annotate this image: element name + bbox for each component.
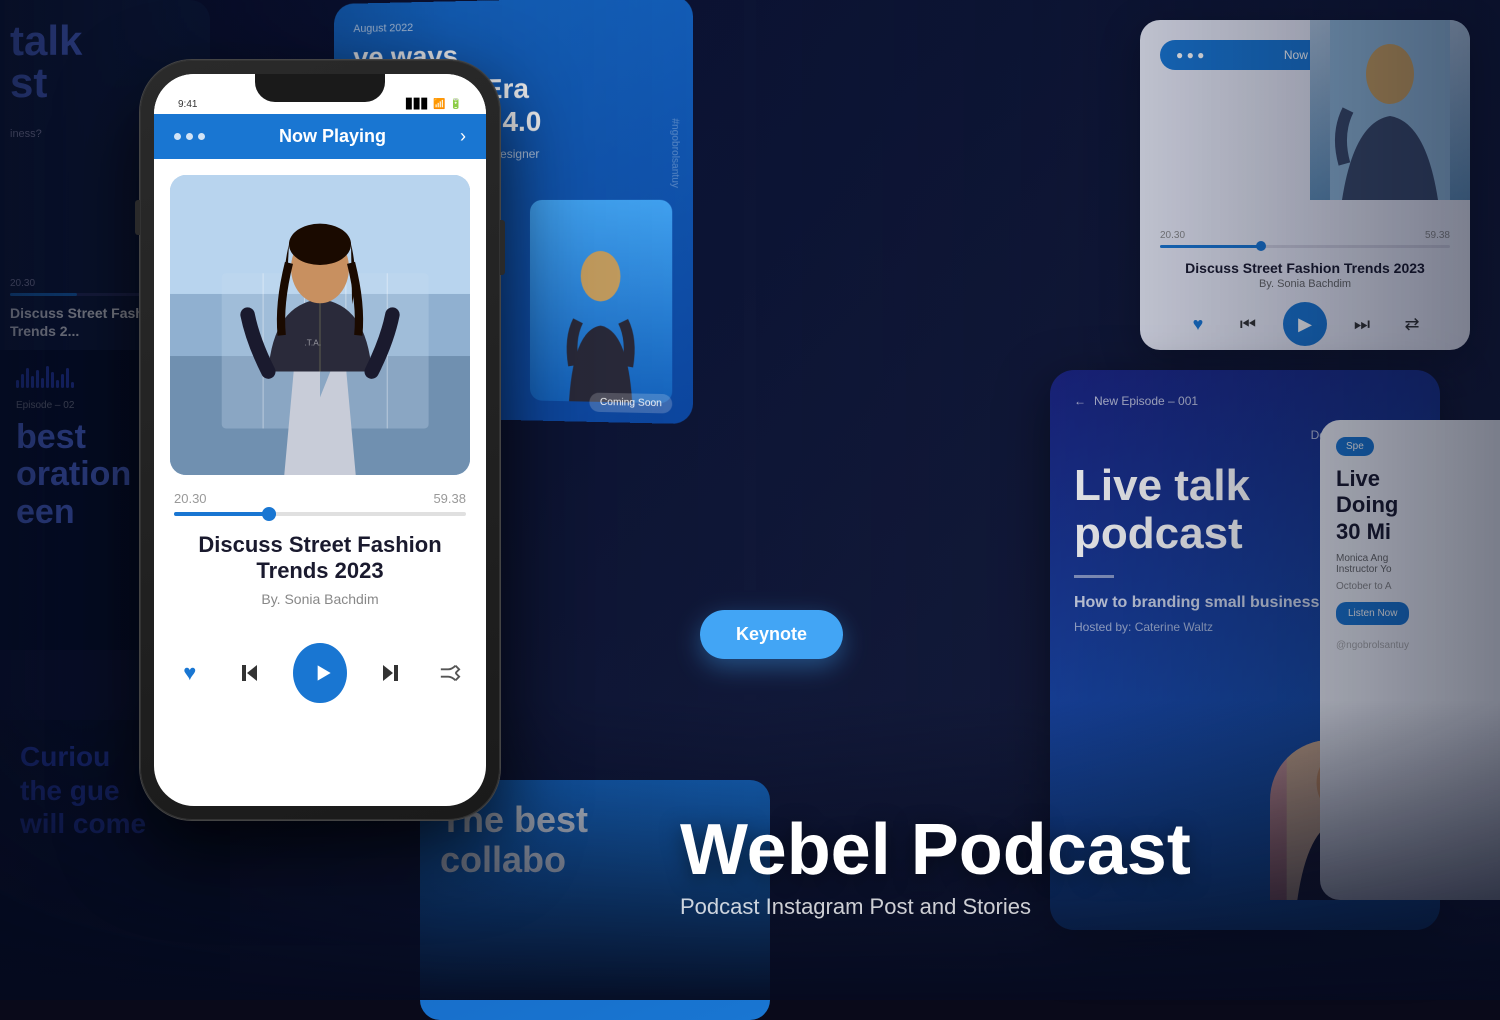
header-dots [174, 133, 205, 140]
status-icons: ▊▊▊ 📶 🔋 [406, 99, 462, 110]
prev-button[interactable] [234, 655, 266, 691]
heart-button[interactable]: ♥ [174, 655, 206, 691]
dot-1 [174, 133, 181, 140]
dot-3 [198, 133, 205, 140]
phone-outer: 9:41 ▊▊▊ 📶 🔋 Now Playing › [140, 60, 500, 820]
time-display: 20.30 59.38 [174, 491, 466, 506]
shuffle-button[interactable] [434, 655, 466, 691]
status-time: 9:41 [178, 99, 197, 110]
bg-heart-icon[interactable]: ♥ [1183, 309, 1213, 339]
keynote-button[interactable]: Keynote [700, 610, 843, 659]
progress-bar[interactable] [174, 512, 466, 516]
song-artist: By. Sonia Bachdim [174, 591, 466, 607]
song-title: Discuss Street Fashion Trends 2023 [174, 532, 466, 585]
phone-screen: 9:41 ▊▊▊ 📶 🔋 Now Playing › [154, 74, 486, 806]
bg-center-portrait [530, 200, 672, 404]
bg-livepodcast-divider [1074, 575, 1114, 578]
bg-next-icon[interactable]: ⏭ [1347, 309, 1377, 339]
brand-title: Webel Podcast [680, 814, 1191, 886]
phone-notch [255, 74, 385, 102]
bg-upcoming-tag: Coming Soon [590, 393, 672, 414]
bg-farright-card: Spe Live Doing 30 Mi Monica Ang Instruct… [1320, 420, 1500, 900]
track-info-section: 20.30 59.38 Discuss Street Fashion Trend… [154, 475, 486, 635]
bg-prev-icon[interactable]: ⏮ [1233, 309, 1263, 339]
main-heading: Webel Podcast Podcast Instagram Post and… [680, 814, 1191, 920]
svg-text:.T.A.: .T.A. [304, 339, 321, 348]
bg-topright-card: ● ● ● Now Playing › 20.30 59.38 Discuss … [1140, 20, 1470, 350]
progress-thumb [262, 507, 276, 521]
phone: 9:41 ▊▊▊ 📶 🔋 Now Playing › [140, 60, 500, 820]
chevron-right-icon[interactable]: › [460, 126, 466, 147]
dot-2 [186, 133, 193, 140]
time-total: 59.38 [433, 491, 466, 506]
progress-filled [174, 512, 276, 516]
play-button[interactable] [293, 643, 346, 703]
now-playing-title: Now Playing [279, 126, 386, 147]
player-controls: ♥ [154, 635, 486, 723]
album-art: .T.A. [170, 175, 470, 475]
bg-farright-listen-btn[interactable]: Listen Now [1336, 602, 1409, 625]
keynote-section: Keynote [700, 610, 843, 659]
next-button[interactable] [375, 655, 407, 691]
bg-topright-photo [1310, 20, 1470, 200]
time-current: 20.30 [174, 491, 207, 506]
brand-tagline: Podcast Instagram Post and Stories [680, 894, 1191, 920]
now-playing-header: Now Playing › [154, 114, 486, 159]
bg-hashtag: #ngobrolsantuy [669, 118, 680, 188]
bg-shuffle-icon[interactable]: ⇄ [1397, 309, 1427, 339]
bg-farright-label: Spe [1336, 437, 1374, 456]
bg-play-icon[interactable]: ▶ [1283, 302, 1327, 346]
